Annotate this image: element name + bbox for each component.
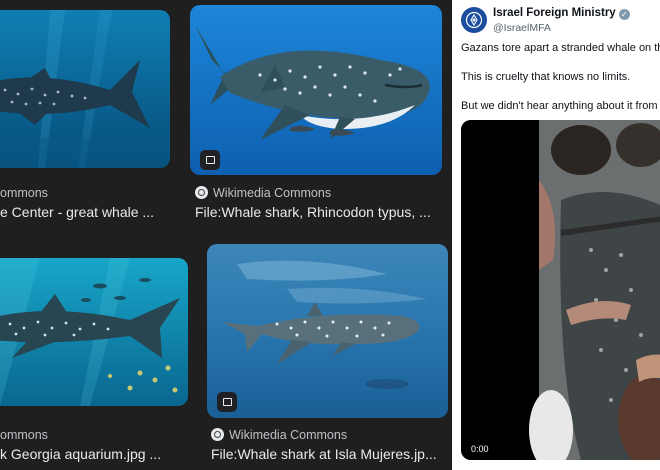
image-icon bbox=[200, 150, 220, 170]
result-source-label: Wikimedia Commons bbox=[213, 186, 332, 200]
result-title[interactable]: File:Whale shark, Rhincodon typus, ... bbox=[195, 204, 431, 220]
result-source: Wikimedia Commons bbox=[211, 428, 347, 442]
tweet-text-line: Gazans tore apart a stranded whale on th… bbox=[461, 42, 660, 54]
verified-badge-icon: ✓ bbox=[618, 9, 630, 20]
tweet-card: Israel Foreign Ministry ✓ @IsraelMFA Gaza… bbox=[452, 0, 660, 470]
account-handle[interactable]: @IsraelMFA bbox=[493, 22, 551, 34]
result-title[interactable]: k Georgia aquarium.jpg ... bbox=[0, 446, 161, 462]
ministry-emblem-icon bbox=[465, 11, 483, 29]
wikimedia-icon bbox=[195, 186, 208, 199]
result-source-label: Wikimedia Commons bbox=[229, 428, 348, 442]
tweet-text-line: But we didn't hear anything about it fro… bbox=[461, 100, 660, 112]
whale-shark-thumbnail[interactable] bbox=[207, 244, 448, 418]
account-name-label: Israel Foreign Ministry bbox=[493, 7, 616, 19]
tweet-video-player[interactable] bbox=[461, 120, 660, 460]
video-timecode: 0:00 bbox=[471, 444, 489, 454]
result-source: ommons bbox=[0, 186, 48, 200]
result-source: ommons bbox=[0, 428, 48, 442]
result-title[interactable]: e Center - great whale ... bbox=[0, 204, 154, 220]
wikimedia-icon bbox=[211, 428, 224, 441]
tweet-text-line: This is cruelty that knows no limits. bbox=[461, 71, 631, 83]
whale-shark-thumbnail[interactable] bbox=[190, 5, 442, 175]
result-title[interactable]: File:Whale shark at Isla Mujeres.jp... bbox=[211, 446, 437, 462]
video-frame bbox=[461, 120, 660, 460]
whale-shark-thumbnail[interactable] bbox=[0, 258, 188, 406]
whale-shark-thumbnail[interactable] bbox=[0, 10, 170, 168]
image-results-grid: ommons e Center - great whale ... Wikime… bbox=[0, 0, 452, 470]
account-avatar[interactable] bbox=[461, 7, 487, 33]
account-name[interactable]: Israel Foreign Ministry ✓ bbox=[493, 7, 630, 20]
image-icon bbox=[217, 392, 237, 412]
result-source: Wikimedia Commons bbox=[195, 186, 331, 200]
